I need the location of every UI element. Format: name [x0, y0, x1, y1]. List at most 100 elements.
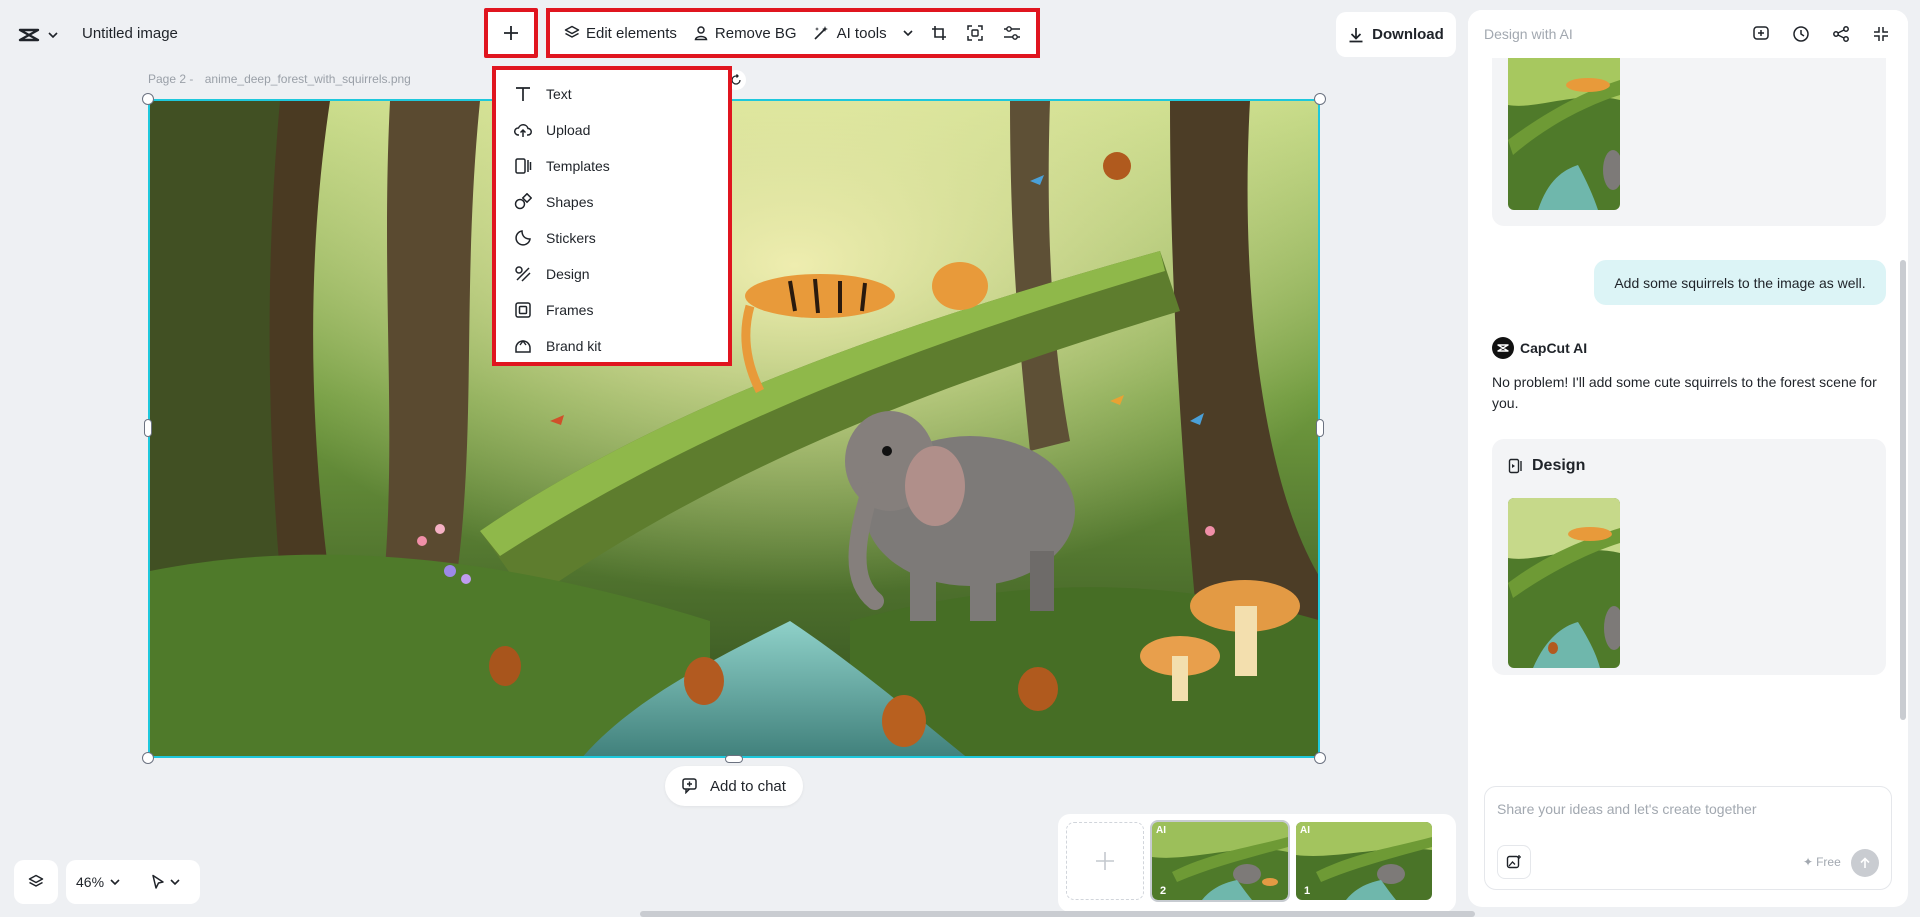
- menu-item-brand-kit[interactable]: Brand kit: [496, 328, 728, 364]
- menu-item-label: Frames: [546, 302, 594, 318]
- design-card-header: Design: [1508, 457, 1585, 475]
- design-result-card: Design: [1492, 439, 1886, 675]
- panel-scrollbar-thumb[interactable]: [1900, 260, 1906, 720]
- plus-icon: [504, 26, 518, 40]
- assistant-message: No problem! I'll add some cute squirrels…: [1492, 374, 1877, 411]
- pointer-tool-select[interactable]: [140, 874, 180, 890]
- image-toolbar: Edit elements Remove BG AI tools: [546, 8, 1040, 58]
- menu-item-label: Upload: [546, 122, 591, 138]
- add-element-menu: Text Upload Templates Shapes Stickers De…: [492, 66, 732, 366]
- collapse-icon: [1874, 27, 1888, 41]
- chevron-down-icon: [903, 29, 913, 36]
- text-icon: [516, 87, 530, 101]
- canvas-image[interactable]: [148, 99, 1320, 758]
- resize-handle-top-right[interactable]: [1314, 93, 1326, 105]
- design-preview-image: [1508, 50, 1620, 210]
- free-label: Free: [1816, 855, 1841, 869]
- page-thumbnail-1[interactable]: AI 1: [1296, 822, 1432, 900]
- crop-button[interactable]: [923, 17, 955, 49]
- ai-badge: AI: [1156, 825, 1166, 836]
- horizontal-scrollbar[interactable]: [640, 911, 1475, 917]
- add-page-button[interactable]: [1066, 822, 1144, 900]
- download-button[interactable]: Download: [1336, 12, 1456, 57]
- page-number: 2: [1160, 885, 1167, 897]
- forest-scene-image: [150, 101, 1318, 756]
- brand-kit-icon: [515, 339, 531, 353]
- resize-handle-top-left[interactable]: [142, 93, 154, 105]
- page-preview-image: [1152, 822, 1288, 900]
- chevron-down-icon: [110, 878, 120, 885]
- crop-icon: [931, 26, 946, 40]
- page-label: Page 2 -: [148, 72, 194, 86]
- file-name: anime_deep_forest_with_squirrels.png: [204, 72, 411, 86]
- adjust-button[interactable]: [996, 17, 1028, 49]
- remove-bg-button[interactable]: Remove BG: [687, 17, 803, 49]
- chat-input[interactable]: [1497, 797, 1877, 821]
- sparkle-icon: ✦: [1803, 855, 1814, 869]
- panel-scrollbar[interactable]: [1900, 60, 1906, 720]
- add-element-button[interactable]: [484, 8, 538, 58]
- history-icon: [1793, 26, 1809, 42]
- design-icon: [515, 266, 531, 282]
- menu-item-shapes[interactable]: Shapes: [496, 184, 728, 220]
- ai-tools-label: AI tools: [836, 24, 887, 42]
- arrow-up-icon: [1860, 857, 1870, 868]
- shapes-icon: [514, 193, 532, 210]
- image-add-icon: [1506, 855, 1521, 869]
- download-label: Download: [1372, 26, 1444, 43]
- templates-icon: [515, 158, 532, 174]
- menu-item-stickers[interactable]: Stickers: [496, 220, 728, 256]
- resize-handle-bottom-right[interactable]: [1314, 752, 1326, 764]
- menu-item-upload[interactable]: Upload: [496, 112, 728, 148]
- magic-wand-icon: [814, 26, 828, 40]
- attach-image-button[interactable]: [1497, 845, 1531, 879]
- menu-item-label: Shapes: [546, 194, 594, 210]
- menu-item-label: Templates: [546, 158, 610, 174]
- frames-icon: [515, 302, 531, 318]
- app-menu-button[interactable]: [18, 22, 58, 48]
- resize-handle-bottom-left[interactable]: [142, 752, 154, 764]
- layers-button[interactable]: [14, 860, 58, 904]
- add-to-chat-label: Add to chat: [710, 777, 786, 795]
- share-button[interactable]: [1830, 23, 1852, 45]
- menu-item-label: Stickers: [546, 230, 596, 246]
- previous-design-card: [1492, 50, 1886, 226]
- design-thumbnail[interactable]: [1508, 50, 1620, 210]
- edit-elements-label: Edit elements: [586, 24, 677, 42]
- resize-handle-left[interactable]: [144, 419, 152, 437]
- history-button[interactable]: [1790, 23, 1812, 45]
- new-chat-button[interactable]: [1750, 23, 1772, 45]
- pointer-icon: [152, 874, 164, 889]
- design-card-title: Design: [1532, 457, 1586, 474]
- add-to-chat-button[interactable]: Add to chat: [665, 766, 803, 806]
- design-thumbnail[interactable]: [1508, 498, 1620, 668]
- menu-item-templates[interactable]: Templates: [496, 148, 728, 184]
- page-number: 1: [1304, 885, 1311, 897]
- zoom-level: 46%: [76, 874, 105, 890]
- edit-elements-button[interactable]: Edit elements: [558, 17, 683, 49]
- person-icon: [694, 26, 708, 41]
- resize-handle-bottom[interactable]: [725, 755, 743, 763]
- panel-header: Design with AI: [1468, 10, 1908, 58]
- menu-item-design[interactable]: Design: [496, 256, 728, 292]
- sliders-icon: [1003, 26, 1020, 40]
- page-caption: Page 2 - anime_deep_forest_with_squirrel…: [148, 72, 411, 86]
- menu-item-label: Design: [546, 266, 590, 282]
- collapse-button[interactable]: [1870, 23, 1892, 45]
- expand-button[interactable]: [959, 17, 991, 49]
- ai-tools-button[interactable]: AI tools: [807, 17, 919, 49]
- capcut-logo-icon: [18, 28, 40, 42]
- ai-badge: AI: [1300, 825, 1310, 836]
- capcut-logo-icon: [1492, 337, 1514, 359]
- send-button[interactable]: [1851, 849, 1879, 877]
- page-thumbnail-2[interactable]: AI 2: [1150, 820, 1290, 902]
- menu-item-text[interactable]: Text: [496, 76, 728, 112]
- document-title[interactable]: Untitled image: [82, 25, 178, 42]
- plus-icon: [1096, 852, 1114, 870]
- menu-item-frames[interactable]: Frames: [496, 292, 728, 328]
- resize-handle-right[interactable]: [1316, 419, 1324, 437]
- stickers-icon: [515, 230, 531, 246]
- zoom-select[interactable]: 46%: [76, 874, 134, 890]
- design-preview-image: [1508, 498, 1620, 668]
- user-message: Add some squirrels to the image as well.: [1594, 260, 1886, 305]
